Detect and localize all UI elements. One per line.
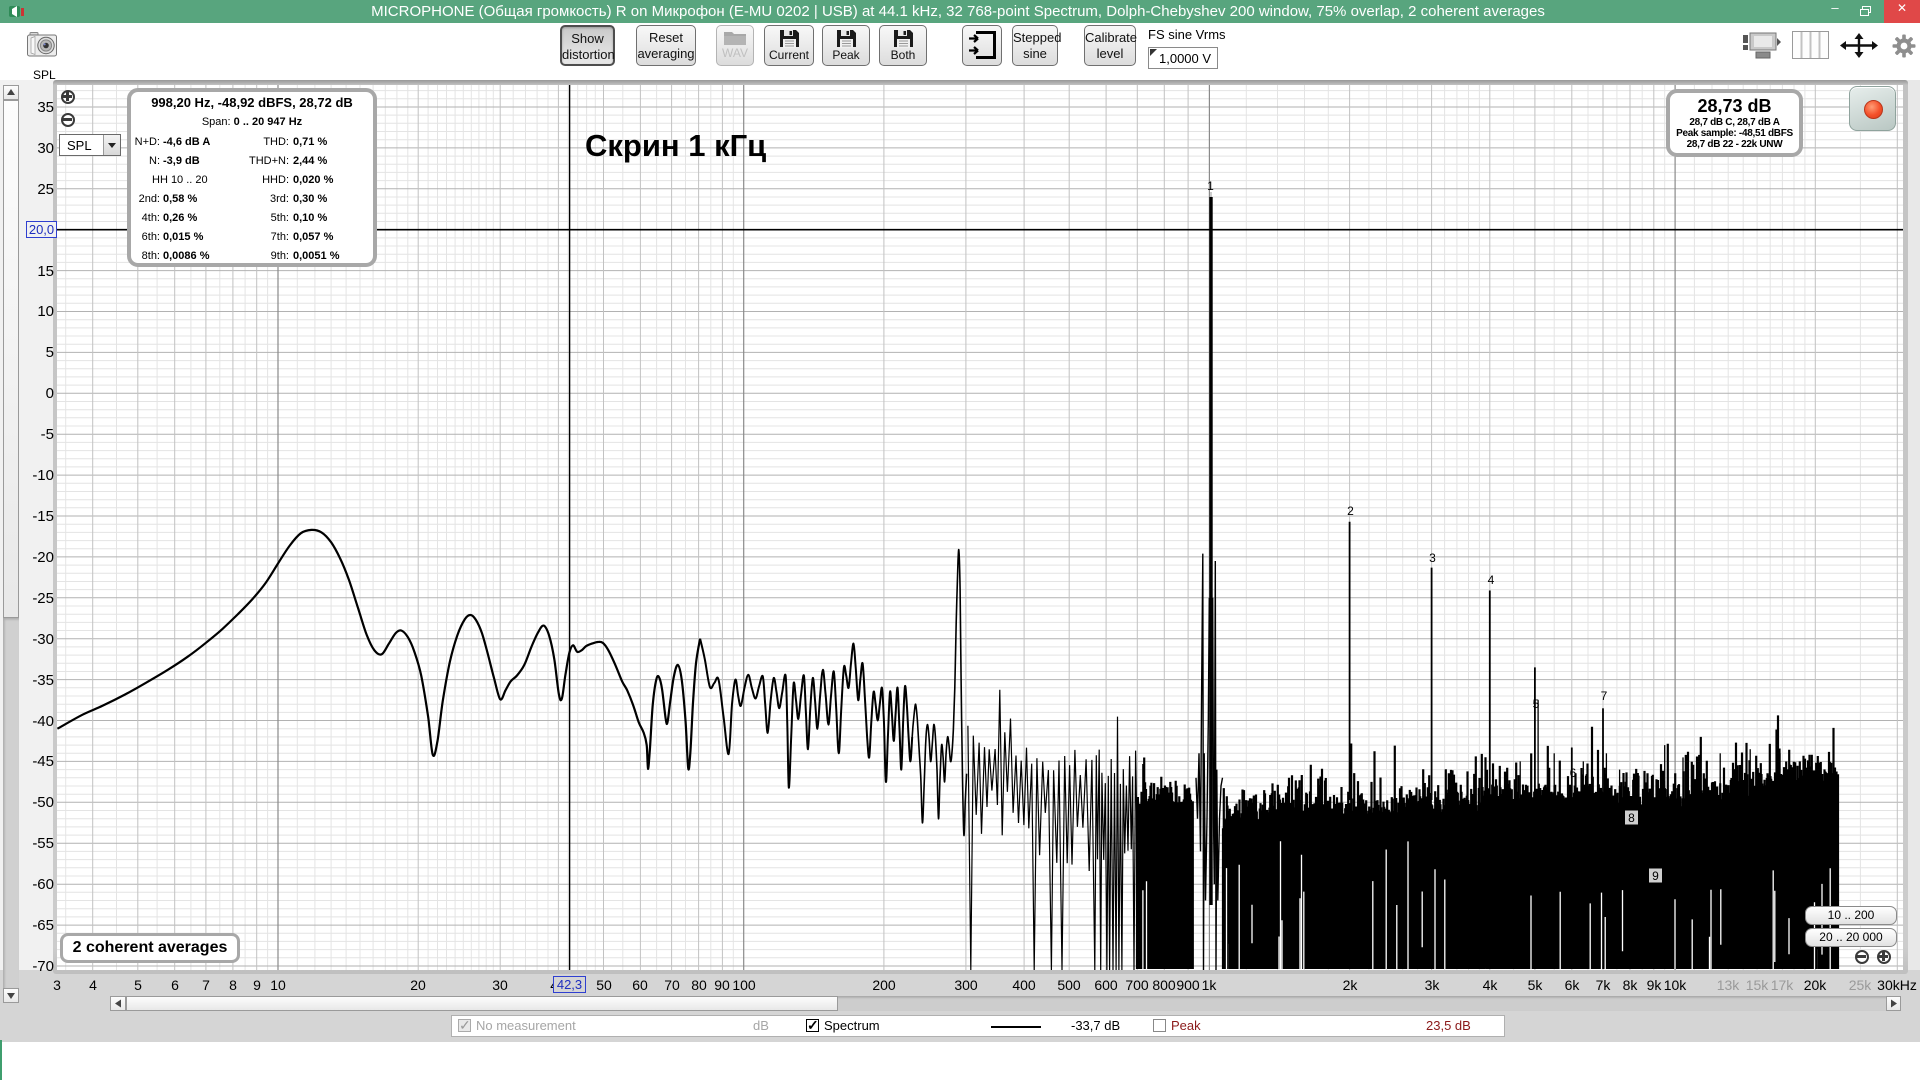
svg-text:6: 6: [1570, 766, 1577, 780]
svg-text:5: 5: [1533, 697, 1540, 711]
svg-text:9: 9: [1652, 869, 1659, 883]
svg-text:2: 2: [1347, 504, 1354, 518]
svg-text:4: 4: [1488, 573, 1495, 587]
svg-text:1: 1: [1207, 179, 1214, 193]
svg-text:7: 7: [1601, 689, 1608, 703]
svg-text:8: 8: [1628, 811, 1635, 825]
svg-text:3: 3: [1429, 551, 1436, 565]
